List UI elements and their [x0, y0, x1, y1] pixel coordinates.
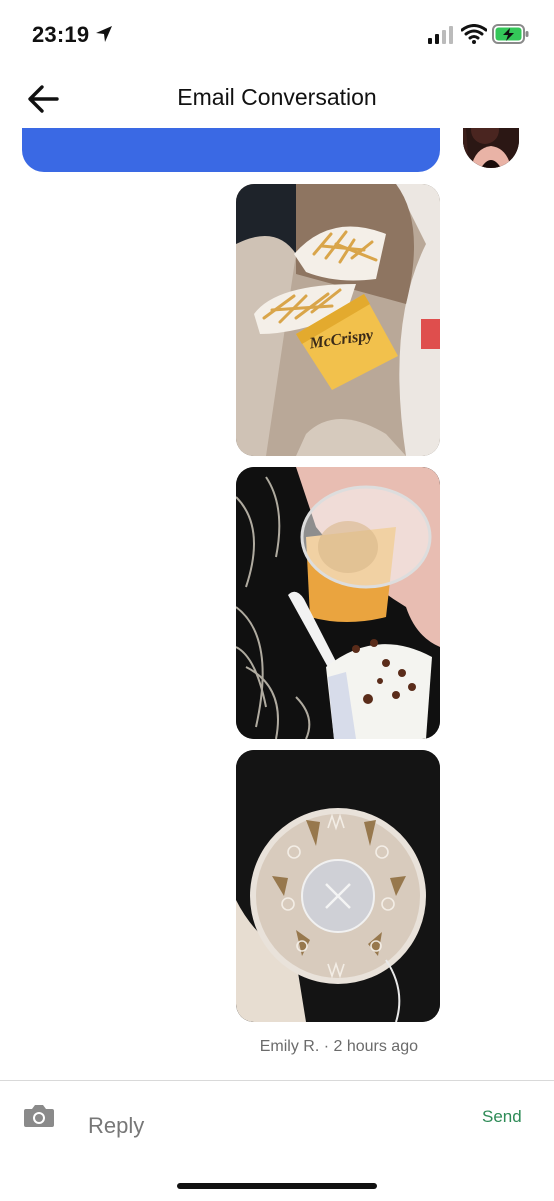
conversation[interactable]: McCrispy Emily R. · 2 hours ago: [0, 128, 554, 1080]
location-arrow-icon: [94, 24, 114, 49]
reply-composer: Send: [0, 1080, 554, 1201]
camera-button[interactable]: [22, 1103, 58, 1131]
reply-input[interactable]: [86, 1107, 390, 1145]
camera-icon: [22, 1105, 56, 1133]
cellular-signal-icon: [428, 26, 454, 49]
photo-fries-mccrispy[interactable]: McCrispy: [236, 184, 440, 456]
message-bubble[interactable]: [22, 128, 440, 172]
nav-bar: Email Conversation: [0, 72, 554, 128]
page-title: Email Conversation: [177, 84, 377, 110]
message-meta: Emily R. · 2 hours ago: [259, 1038, 418, 1055]
send-button[interactable]: Send: [482, 1107, 522, 1127]
home-indicator: [177, 1183, 377, 1189]
photo-drink-mcflurry[interactable]: [236, 467, 440, 739]
wifi-icon: [460, 24, 488, 49]
photo-cup-lid[interactable]: [236, 750, 440, 1022]
battery-charging-icon: [492, 24, 530, 49]
status-bar: 23:19: [0, 0, 554, 64]
avatar[interactable]: [463, 128, 519, 168]
status-time: 23:19: [32, 22, 90, 47]
